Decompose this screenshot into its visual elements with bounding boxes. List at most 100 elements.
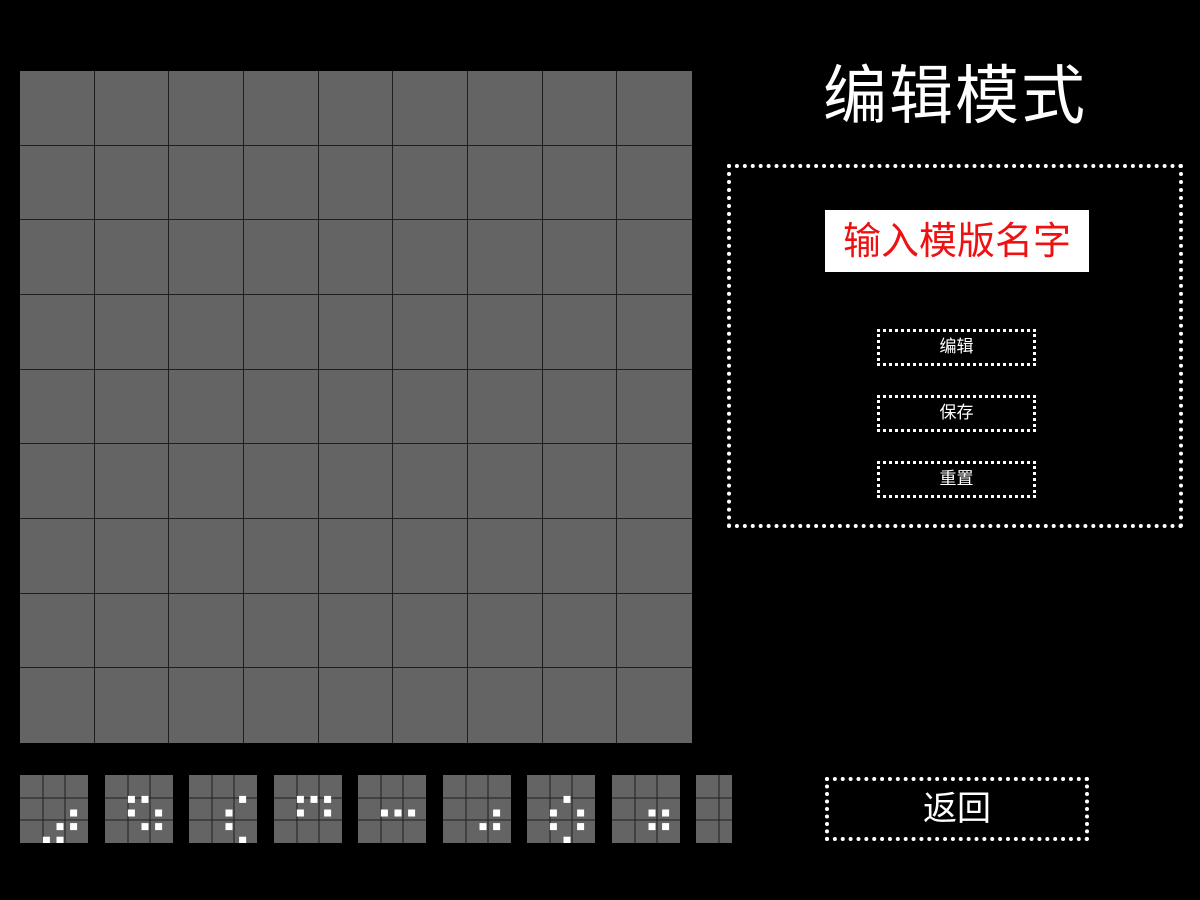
grid-cell[interactable] xyxy=(467,294,543,370)
grid-cell[interactable] xyxy=(393,444,468,519)
grid-cell[interactable] xyxy=(243,518,319,594)
grid-cell[interactable] xyxy=(318,668,394,743)
grid-cell[interactable] xyxy=(243,71,319,146)
grid-cell[interactable] xyxy=(393,518,468,594)
save-button[interactable]: 保存 xyxy=(877,395,1036,432)
grid-cell[interactable] xyxy=(318,145,394,221)
grid-cell[interactable] xyxy=(467,444,543,519)
grid-cell[interactable] xyxy=(169,518,244,594)
template-thumbnail-partial[interactable] xyxy=(696,775,732,843)
grid-cell[interactable] xyxy=(20,71,95,146)
grid-cell[interactable] xyxy=(20,294,95,370)
grid-cell[interactable] xyxy=(318,593,394,669)
grid-cell[interactable] xyxy=(542,220,618,295)
grid-cell[interactable] xyxy=(94,668,170,743)
grid-cell[interactable] xyxy=(169,369,244,445)
grid-cell[interactable] xyxy=(617,145,692,221)
grid-cell[interactable] xyxy=(318,444,394,519)
grid-cell[interactable] xyxy=(94,444,170,519)
grid-cell[interactable] xyxy=(393,220,468,295)
grid-cell[interactable] xyxy=(94,145,170,221)
grid-cell[interactable] xyxy=(169,294,244,370)
grid-cell[interactable] xyxy=(617,369,692,445)
grid-cell[interactable] xyxy=(542,369,618,445)
grid-cell[interactable] xyxy=(243,668,319,743)
grid-cell[interactable] xyxy=(169,71,244,146)
grid-cell[interactable] xyxy=(393,369,468,445)
grid-cell[interactable] xyxy=(542,71,618,146)
grid-cell[interactable] xyxy=(467,369,543,445)
grid-cell[interactable] xyxy=(617,220,692,295)
grid-cell[interactable] xyxy=(467,593,543,669)
grid-cell[interactable] xyxy=(318,369,394,445)
grid-cell[interactable] xyxy=(243,444,319,519)
grid-cell[interactable] xyxy=(94,294,170,370)
grid-cell[interactable] xyxy=(169,593,244,669)
grid-cell[interactable] xyxy=(20,668,95,743)
grid-cell[interactable] xyxy=(393,71,468,146)
grid-cell[interactable] xyxy=(94,71,170,146)
grid-cell[interactable] xyxy=(318,71,394,146)
template-thumbnail-step[interactable] xyxy=(442,775,511,843)
grid-cell[interactable] xyxy=(243,294,319,370)
grid-cell[interactable] xyxy=(318,518,394,594)
grid-cell[interactable] xyxy=(617,294,692,370)
grid-cell[interactable] xyxy=(20,220,95,295)
live-cell xyxy=(154,823,162,831)
grid-cell[interactable] xyxy=(617,444,692,519)
template-thumbnail-loop[interactable] xyxy=(527,775,595,843)
grid-cell[interactable] xyxy=(169,668,244,743)
grid-cell[interactable] xyxy=(243,145,319,221)
grid-cell[interactable] xyxy=(467,220,543,295)
grid-cell[interactable] xyxy=(617,668,692,743)
grid-cell[interactable] xyxy=(542,444,618,519)
grid-cell[interactable] xyxy=(169,145,244,221)
grid-cell[interactable] xyxy=(94,593,170,669)
template-thumbnail-ring[interactable] xyxy=(104,775,173,843)
grid-cell[interactable] xyxy=(393,593,468,669)
grid-cell[interactable] xyxy=(542,294,618,370)
grid-cell[interactable] xyxy=(20,369,95,445)
grid-cell[interactable] xyxy=(169,444,244,519)
grid-cell[interactable] xyxy=(617,518,692,594)
grid-cell[interactable] xyxy=(94,518,170,594)
grid-cell[interactable] xyxy=(393,294,468,370)
grid-cell[interactable] xyxy=(467,145,543,221)
grid-cell[interactable] xyxy=(243,593,319,669)
grid-cell[interactable] xyxy=(542,145,618,221)
grid-cell[interactable] xyxy=(393,145,468,221)
grid-cell[interactable] xyxy=(94,220,170,295)
grid-cell[interactable] xyxy=(467,518,543,594)
grid-cell[interactable] xyxy=(20,444,95,519)
grid-cell[interactable] xyxy=(542,593,618,669)
grid-cell[interactable] xyxy=(467,71,543,146)
template-thumbnail-line[interactable] xyxy=(358,775,426,843)
reset-button[interactable]: 重置 xyxy=(877,461,1036,498)
grid-cell[interactable] xyxy=(20,145,95,221)
template-thumbnail-block[interactable] xyxy=(611,775,680,843)
grid-cell[interactable] xyxy=(318,220,394,295)
template-name-input[interactable] xyxy=(825,210,1089,272)
back-button[interactable]: 返回 xyxy=(825,777,1089,841)
grid-cell[interactable] xyxy=(94,369,170,445)
grid-cell[interactable] xyxy=(20,593,95,669)
template-preview xyxy=(358,775,426,843)
grid-cell[interactable] xyxy=(467,668,543,743)
grid-cell[interactable] xyxy=(393,668,468,743)
live-cell xyxy=(492,823,500,831)
grid-cell[interactable] xyxy=(243,369,319,445)
grid-cell[interactable] xyxy=(542,668,618,743)
grid-cell[interactable] xyxy=(169,220,244,295)
grid-cell[interactable] xyxy=(617,593,692,669)
grid-cell[interactable] xyxy=(617,71,692,146)
grid-cell[interactable] xyxy=(318,294,394,370)
template-thumbnail-glider[interactable] xyxy=(20,775,88,843)
template-thumbnail-arc[interactable] xyxy=(189,775,257,843)
grid-cell[interactable] xyxy=(20,518,95,594)
template-thumbnail-bracket[interactable] xyxy=(273,775,342,843)
life-grid[interactable] xyxy=(20,71,692,743)
grid-cell[interactable] xyxy=(542,518,618,594)
grid-cell[interactable] xyxy=(243,220,319,295)
edit-button[interactable]: 编辑 xyxy=(877,329,1036,366)
live-cell xyxy=(648,823,655,831)
